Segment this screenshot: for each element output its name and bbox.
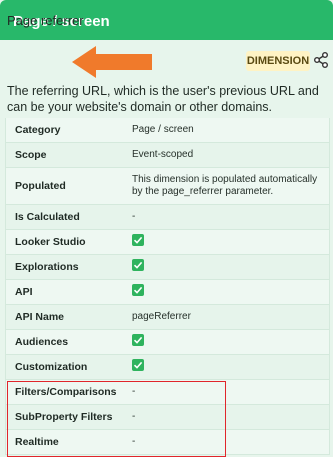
highlight-box (7, 381, 226, 457)
row-label: Explorations (15, 261, 79, 273)
table-row: Is Calculated - (6, 205, 329, 230)
row-value: Event-scoped (132, 149, 194, 160)
table-row: Explorations (6, 255, 329, 280)
table-row: Audiences (6, 330, 329, 355)
row-label: Customization (15, 361, 88, 373)
row-label: API Name (15, 311, 65, 323)
annotation-arrow-icon (72, 46, 152, 78)
table-row: Populated This dimension is populated aut… (6, 168, 329, 205)
row-value: - (132, 211, 136, 222)
row-label: Audiences (15, 336, 69, 348)
table-row: Customization (6, 355, 329, 380)
row-label: Is Calculated (15, 211, 80, 223)
dimension-name: Page referrer (7, 13, 84, 28)
row-value: Page / screen (132, 124, 194, 135)
dimension-description: The referring URL, which is the user's p… (7, 84, 319, 114)
table-row: Looker Studio (6, 230, 329, 255)
table-row: Category Page / screen (6, 118, 329, 143)
row-label: Category (15, 124, 61, 136)
row-value: This dimension is populated automaticall… (132, 174, 318, 197)
row-label: Populated (15, 180, 66, 192)
checkmark-icon (132, 359, 322, 375)
row-label: Looker Studio (15, 236, 86, 248)
dimension-badge: DIMENSION (246, 51, 310, 71)
table-row: API (6, 280, 329, 305)
share-icon[interactable] (314, 52, 328, 68)
table-row: API Name pageReferrer (6, 305, 329, 330)
checkmark-icon (132, 284, 322, 300)
checkmark-icon (132, 259, 322, 275)
checkmark-icon (132, 334, 322, 350)
table-row: Scope Event-scoped (6, 143, 329, 168)
checkmark-icon (132, 234, 322, 250)
row-label: API (15, 286, 33, 298)
row-label: Scope (15, 149, 47, 161)
row-value: pageReferrer (132, 311, 191, 322)
